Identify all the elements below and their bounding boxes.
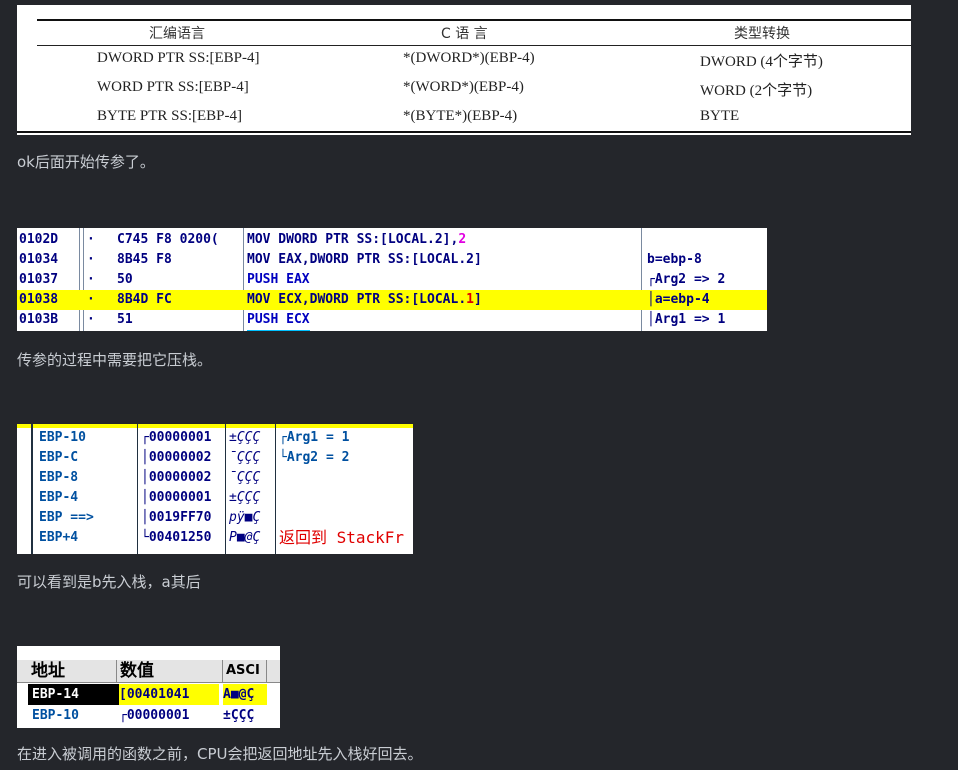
stack-value: ┌00000001 [141,430,212,445]
code-asm-text: MOV DWORD PTR SS:[LOCAL.2], [247,232,459,247]
code-comment: │a=ebp-4 [647,292,710,307]
code-address: 0102D [19,232,59,247]
code-asm-bracket: ] [473,292,482,307]
stack-ascii: ±ÇÇÇ [229,490,261,505]
table-header-c: C 语 言 [441,26,488,42]
dump-row: EBP-10 ┌00000001 ±ÇÇÇ [17,705,280,726]
code-row: 01037 · 50 PUSH EAX ┌Arg2 => 2 [17,270,767,290]
stack-label: EBP-C [39,450,79,465]
dump-label: EBP-14 [28,684,122,705]
table-bottom-rule [17,131,911,133]
stack-view-image: EBP-10 ┌00000001 ±ÇÇÇ ┌Arg1 = 1 EBP-C │0… [17,424,413,554]
code-comment: │Arg1 => 1 [647,312,726,327]
stack-value: │0019FF70 [141,510,212,525]
table-mid-rule [37,45,911,46]
dump-header-value: 数值 [117,660,223,682]
stack-value: │00000002 [141,470,212,485]
table-cell: BYTE PTR SS:[EBP-4] [97,108,243,124]
dump-header-ascii: ASCI [223,660,267,682]
code-row: 01034 · 8B45 F8 MOV EAX,DWORD PTR SS:[LO… [17,250,767,270]
paragraph-1: ok后面开始传参了。 [17,153,155,171]
dump-value: ┌00000001 [119,708,190,723]
code-comment: b=ebp-8 [647,252,702,267]
code-hex: 8B4D FC [117,292,172,307]
code-address: 01038 [19,292,59,307]
code-asm: MOV EAX,DWORD PTR SS:[LOCAL.2] [247,252,482,267]
stack-row: EBP-C │00000002 ¯ÇÇÇ └Arg2 = 2 [17,448,413,468]
code-asm: PUSH EAX [247,272,310,287]
paragraph-2: 传参的过程中需要把它压栈。 [17,351,213,369]
dump-ascii: A■@Ç [223,684,267,705]
code-dot: · [87,252,95,267]
table-cell: WORD PTR SS:[EBP-4] [97,79,249,95]
table-cell: DWORD (4个字节) [700,54,823,70]
table-header-cast: 类型转换 [734,26,790,42]
table-header-asm: 汇编语言 [149,26,205,42]
code-row: 0103B · 51 PUSH ECX │Arg1 => 1 [17,310,767,331]
code-row: 0102D · C745 F8 0200( MOV DWORD PTR SS:[… [17,230,767,250]
stack-row: EBP-10 ┌00000001 ±ÇÇÇ ┌Arg1 = 1 [17,428,413,448]
table-cell: *(WORD*)(EBP-4) [403,79,524,95]
dump-row-selected: EBP-14 [00401041 A■@Ç [17,684,280,705]
dump-header-address: 地址 [28,660,117,682]
code-dot: · [87,312,95,327]
dump-value: [00401041 [119,684,219,705]
stack-label: EBP+4 [39,530,79,545]
code-address: 0103B [19,312,59,327]
stack-row: EBP-8 │00000002 ¯ÇÇÇ [17,468,413,488]
table-cell: BYTE [700,108,740,124]
stack-ascii: P■@Ç [229,530,261,545]
code-asm-offset: 1 [466,292,474,307]
stack-comment: ┌Arg1 = 1 [279,430,350,445]
stack-label: EBP-8 [39,470,79,485]
code-row-highlighted: 01038 · 8B4D FC MOV ECX,DWORD PTR SS:[LO… [17,290,767,310]
stack-ascii: ¯ÇÇÇ [229,470,261,485]
stack-comment: └Arg2 = 2 [279,450,350,465]
code-asm: PUSH ECX [247,310,310,331]
paragraph-4: 在进入被调用的函数之前，CPU会把返回地址先入栈好回去。 [17,745,423,763]
code-hex: 50 [117,272,133,287]
stack-ascii: ±ÇÇÇ [229,430,261,445]
table-top-rule [37,19,911,21]
code-dot: · [87,232,95,247]
paragraph-3: 可以看到是b先入栈，a其后 [17,573,201,591]
stack-ascii: ¯ÇÇÇ [229,450,261,465]
code-asm: MOV ECX,DWORD PTR SS:[LOCAL.1] [247,290,482,310]
code-comment: ┌Arg2 => 2 [647,272,726,287]
stack-row: EBP-4 │00000001 ±ÇÇÇ [17,488,413,508]
table-cell: DWORD PTR SS:[EBP-4] [97,50,260,66]
code-hex: C745 F8 0200( [117,232,219,247]
code-hex: 51 [117,312,133,327]
disassembly-image: 0102D · C745 F8 0200( MOV DWORD PTR SS:[… [17,228,767,331]
code-hex: 8B45 F8 [117,252,172,267]
dump-view-image: 地址 数值 ASCI EBP-14 [00401041 A■@Ç EBP-10 … [17,646,280,728]
code-asm-immediate: 2 [458,232,467,247]
stack-value: └00401250 [141,530,212,545]
stack-label: EBP-4 [39,490,79,505]
dump-header: 地址 数值 ASCI [17,660,280,683]
code-address: 01037 [19,272,59,287]
stack-label: EBP-10 [39,430,86,445]
stack-value: │00000002 [141,450,212,465]
stack-ascii: pÿ■Ç [229,510,261,525]
table-cell: WORD (2个字节) [700,83,813,99]
stack-label: EBP ==> [39,510,94,525]
code-dot: · [87,292,95,307]
table-cell: *(DWORD*)(EBP-4) [403,50,535,66]
code-dot: · [87,272,95,287]
table-cell: *(BYTE*)(EBP-4) [403,108,518,124]
code-asm-text: MOV ECX,DWORD PTR SS:[LOCAL. [247,292,467,307]
stack-value: │00000001 [141,490,212,505]
code-address: 01034 [19,252,59,267]
stack-row: EBP+4 └00401250 P■@Ç 返回到 StackFr [17,528,413,548]
type-cast-table-image: 汇编语言 C 语 言 类型转换 DWORD PTR SS:[EBP-4] *(D… [17,5,911,135]
code-asm: MOV DWORD PTR SS:[LOCAL.2],2 [247,230,466,250]
dump-ascii: ±ÇÇÇ [223,708,255,723]
stack-comment-return: 返回到 StackFr [279,528,405,547]
dump-label: EBP-10 [32,708,79,723]
stack-row: EBP ==> │0019FF70 pÿ■Ç [17,508,413,528]
